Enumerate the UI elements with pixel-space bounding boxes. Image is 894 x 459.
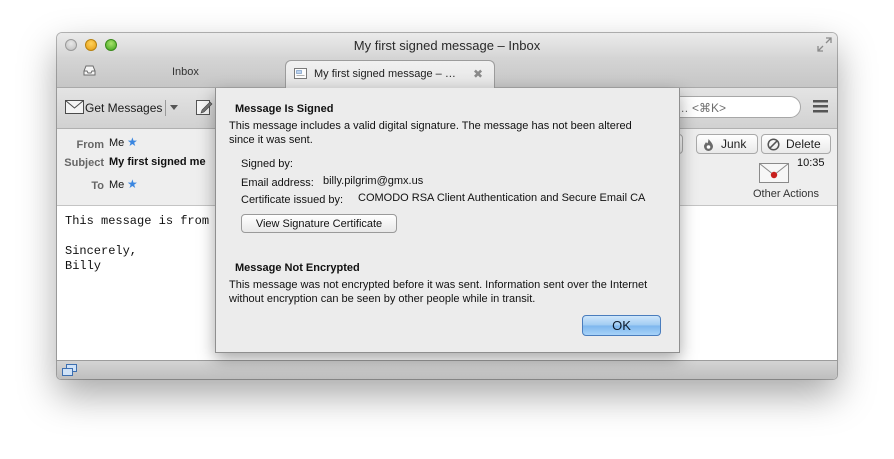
message-document-icon bbox=[294, 68, 307, 79]
delete-button[interactable]: Delete bbox=[761, 134, 831, 154]
to-value[interactable]: Me bbox=[109, 179, 124, 191]
ok-button[interactable]: OK bbox=[582, 315, 661, 336]
fullscreen-icon[interactable] bbox=[817, 37, 832, 52]
signed-description: This message includes a valid digital si… bbox=[229, 120, 632, 146]
online-status-icon[interactable] bbox=[62, 364, 77, 376]
get-messages-dropdown-icon[interactable] bbox=[170, 105, 178, 110]
other-actions-menu[interactable]: Other Actions bbox=[753, 188, 819, 200]
encryption-heading: Message Not Encrypted bbox=[235, 262, 360, 274]
from-label: From bbox=[76, 139, 105, 151]
delete-circle-icon bbox=[767, 138, 780, 151]
message-time: 10:35 bbox=[797, 157, 825, 169]
tab-inbox[interactable]: Inbox bbox=[67, 57, 277, 87]
signed-heading: Message Is Signed bbox=[235, 103, 334, 115]
issuer-value: COMODO RSA Client Authentication and Sec… bbox=[358, 192, 646, 204]
tab-signed-message[interactable]: My first signed message – … ✖ bbox=[285, 60, 495, 89]
contact-star-icon[interactable]: ★ bbox=[127, 177, 138, 191]
view-signature-certificate-button[interactable]: View Signature Certificate bbox=[241, 214, 397, 233]
issuer-label: Certificate issued by: bbox=[241, 194, 344, 206]
tab-signed-message-label: My first signed message – … bbox=[314, 68, 456, 80]
delete-button-label: Delete bbox=[786, 137, 821, 151]
subject-value: My first signed me bbox=[109, 156, 206, 168]
close-tab-icon[interactable]: ✖ bbox=[473, 67, 483, 81]
envelope-icon bbox=[65, 100, 84, 114]
email-address-label: Email address: bbox=[241, 177, 314, 189]
email-address-value: billy.pilgrim@gmx.us bbox=[323, 175, 424, 187]
encryption-description: This message was not encrypted before it… bbox=[229, 279, 648, 305]
message-security-dialog: Message Is Signed This message includes … bbox=[215, 88, 680, 353]
contact-star-icon[interactable]: ★ bbox=[127, 135, 138, 149]
to-label: To bbox=[91, 180, 104, 192]
window-title: My first signed message – Inbox bbox=[353, 38, 541, 53]
junk-flame-icon bbox=[704, 139, 713, 151]
signed-envelope-icon[interactable] bbox=[759, 163, 789, 183]
tab-strip: Inbox My first signed message – … ✖ bbox=[57, 57, 837, 89]
search-input[interactable] bbox=[662, 100, 796, 116]
junk-button-label: Junk bbox=[721, 137, 747, 151]
signed-by-label: Signed by: bbox=[241, 158, 293, 170]
tab-inbox-label: Inbox bbox=[172, 66, 199, 78]
toolbar-divider bbox=[165, 100, 166, 116]
subject-label: Subject bbox=[64, 157, 104, 169]
get-messages-label: Get Messages bbox=[85, 101, 163, 115]
write-icon[interactable] bbox=[196, 99, 213, 116]
inbox-tray-icon bbox=[83, 65, 96, 76]
title-bar[interactable]: My first signed message – Inbox bbox=[57, 33, 837, 57]
from-value[interactable]: Me bbox=[109, 137, 124, 149]
junk-button[interactable]: Junk bbox=[696, 134, 758, 154]
app-menu-icon[interactable] bbox=[813, 100, 828, 113]
status-bar bbox=[57, 360, 837, 379]
